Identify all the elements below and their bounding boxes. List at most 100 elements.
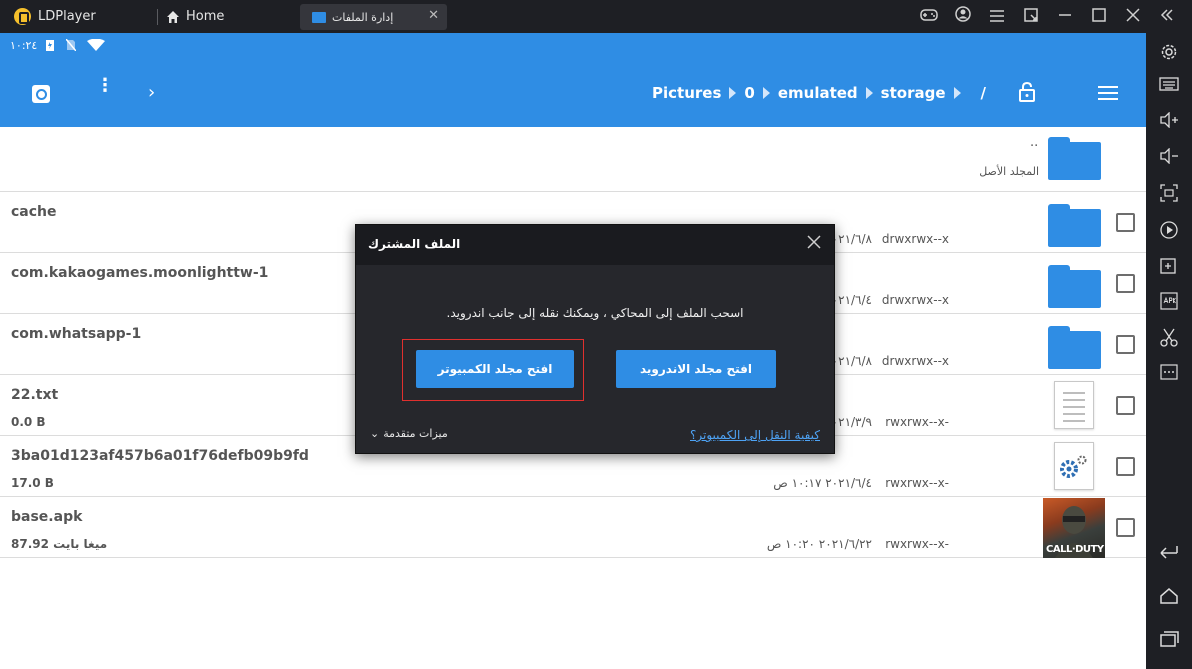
tab-close-icon[interactable]: ✕: [428, 8, 439, 23]
dialog-header: الملف المشترك: [356, 225, 834, 265]
resize-icon[interactable]: [1156, 184, 1182, 206]
advanced-features-label: ميزات متقدمة: [383, 427, 448, 440]
titlebar-divider: [157, 9, 158, 25]
volume-down-icon[interactable]: [1156, 147, 1182, 170]
settings-icon[interactable]: [1156, 42, 1182, 64]
ldplayer-logo-icon: [14, 8, 31, 25]
parent-folder-label: المجلد الأصل: [979, 165, 1039, 178]
add-screen-icon[interactable]: [1156, 256, 1182, 278]
file-permissions: drwxrwx--x: [881, 232, 949, 246]
home-nav-icon[interactable]: [1156, 588, 1182, 610]
file-name: com.kakaogames.moonlighttw-1: [11, 265, 269, 281]
file-date: ٢٠٢١/٦/٤ ١٠:١٧ ص: [773, 476, 872, 490]
tab-home[interactable]: Home: [166, 9, 224, 24]
file-size: 0.0 B: [11, 415, 46, 429]
settings-file-icon: [1054, 442, 1094, 490]
file-name: 3ba01d123af457b6a01f76defb09b9fd: [11, 448, 309, 464]
user-icon[interactable]: [946, 5, 980, 29]
file-permissions: rwxrwx--x-: [885, 476, 949, 490]
expand-icon[interactable]: [1014, 5, 1048, 29]
app-name: LDPlayer: [38, 9, 96, 24]
gamepad-icon[interactable]: [912, 5, 946, 29]
dialog-message: .اسحب الملف إلى المحاكي ، ويمكنك نقله إل…: [446, 306, 744, 320]
file-name: base.apk: [11, 509, 83, 525]
record-icon[interactable]: [1156, 220, 1182, 242]
breadcrumb-arrow-icon: [953, 87, 961, 99]
volume-up-icon[interactable]: [1156, 111, 1182, 134]
file-permissions: drwxrwx--x: [881, 354, 949, 368]
collapse-sidebar-icon[interactable]: [1150, 5, 1184, 29]
folder-icon: [1048, 326, 1101, 369]
breadcrumb: Pictures 0 emulated storage /: [652, 84, 986, 102]
maximize-icon[interactable]: [1082, 5, 1116, 29]
chevron-down-icon: ⌄: [370, 427, 380, 440]
list-item[interactable]: base.apk 87.92 ميغا بايت ٢٠٢١/٦/٢٢ ١٠:٢٠…: [0, 497, 1146, 558]
status-time: ١٠:٢٤: [10, 39, 38, 52]
file-permissions: rwxrwx--x-: [885, 537, 949, 551]
open-android-folder-button[interactable]: افتح مجلد الاندرويد: [616, 350, 776, 388]
breadcrumb-0[interactable]: 0: [744, 84, 754, 102]
home-icon: [167, 10, 179, 23]
select-checkbox[interactable]: [1116, 274, 1135, 293]
file-size: 17.0 B: [11, 476, 54, 490]
scissors-icon[interactable]: [1156, 328, 1182, 350]
open-pc-folder-button[interactable]: افتح مجلد الكمبيوتر: [416, 350, 574, 388]
breadcrumb-arrow-icon: [762, 87, 770, 99]
select-checkbox[interactable]: [1116, 396, 1135, 415]
file-permissions: drwxrwx--x: [881, 293, 949, 307]
tab-file-manager[interactable]: إدارة الملفات ✕: [300, 4, 447, 30]
close-icon[interactable]: [1116, 5, 1150, 29]
how-to-transfer-link[interactable]: كيفية النقل إلى الكمبيوتر؟: [690, 428, 820, 442]
breadcrumb-arrow-icon: [865, 87, 873, 99]
more-icon[interactable]: [1156, 364, 1182, 386]
folder-icon: [1048, 204, 1101, 247]
tab-home-label: Home: [186, 9, 225, 24]
shared-folder-dialog: الملف المشترك .اسحب الملف إلى المحاكي ، …: [355, 224, 835, 454]
file-name: 22.txt: [11, 387, 59, 403]
window-titlebar: LDPlayer Home إدارة الملفات ✕: [0, 0, 1192, 33]
battery-icon: [46, 40, 54, 51]
breadcrumb-emulated[interactable]: emulated: [778, 84, 858, 102]
folder-icon: [1048, 265, 1101, 308]
breadcrumb-pictures[interactable]: Pictures: [652, 84, 721, 102]
breadcrumb-storage[interactable]: storage: [881, 84, 946, 102]
advanced-features-toggle[interactable]: ⌄ ميزات متقدمة: [370, 427, 448, 440]
chevron-right-icon[interactable]: ›: [148, 82, 155, 103]
search-icon[interactable]: [32, 85, 50, 103]
hamburger-icon[interactable]: [980, 5, 1014, 29]
select-checkbox[interactable]: [1116, 213, 1135, 232]
minimize-icon[interactable]: [1048, 5, 1082, 29]
select-checkbox[interactable]: [1116, 518, 1135, 537]
breadcrumb-root[interactable]: /: [981, 84, 986, 102]
text-file-icon: [1054, 381, 1094, 429]
apk-art-text: CALL·DUTY: [1046, 544, 1104, 555]
tab-file-manager-label: إدارة الملفات: [332, 10, 394, 24]
file-size: 87.92 ميغا بايت: [11, 537, 108, 551]
android-statusbar: ١٠:٢٤: [0, 33, 1146, 58]
dialog-title: الملف المشترك: [368, 237, 461, 251]
back-icon[interactable]: [1156, 543, 1182, 565]
folder-icon: [1048, 137, 1101, 180]
emulator-toolbar: [1146, 33, 1192, 669]
list-item-parent-folder[interactable]: .. المجلد الأصل: [0, 127, 1146, 192]
file-manager-toolbar: ⋮ › Pictures 0 emulated storage /: [0, 58, 1146, 145]
menu-icon[interactable]: [1098, 86, 1118, 100]
call-of-duty-app-icon: CALL·DUTY: [1043, 498, 1105, 558]
unlock-icon[interactable]: [1018, 82, 1036, 102]
keyboard-icon[interactable]: [1156, 76, 1182, 98]
file-date: ٢٠٢١/٦/٢٢ ١٠:٢٠ ص: [766, 537, 872, 551]
breadcrumb-arrow-icon: [729, 87, 737, 99]
parent-folder-dots: ..: [1030, 135, 1039, 150]
file-name: com.whatsapp-1: [11, 326, 142, 342]
select-checkbox[interactable]: [1116, 457, 1135, 476]
apk-install-icon[interactable]: [1156, 292, 1182, 314]
wifi-icon: [87, 39, 105, 51]
close-icon[interactable]: [806, 234, 822, 250]
no-sim-icon: [66, 39, 76, 51]
file-name: cache: [11, 204, 57, 220]
recents-icon[interactable]: [1156, 631, 1182, 653]
file-permissions: rwxrwx--x-: [885, 415, 949, 429]
select-checkbox[interactable]: [1116, 335, 1135, 354]
folder-icon: [312, 11, 326, 23]
more-vert-icon[interactable]: ⋮: [96, 77, 114, 95]
